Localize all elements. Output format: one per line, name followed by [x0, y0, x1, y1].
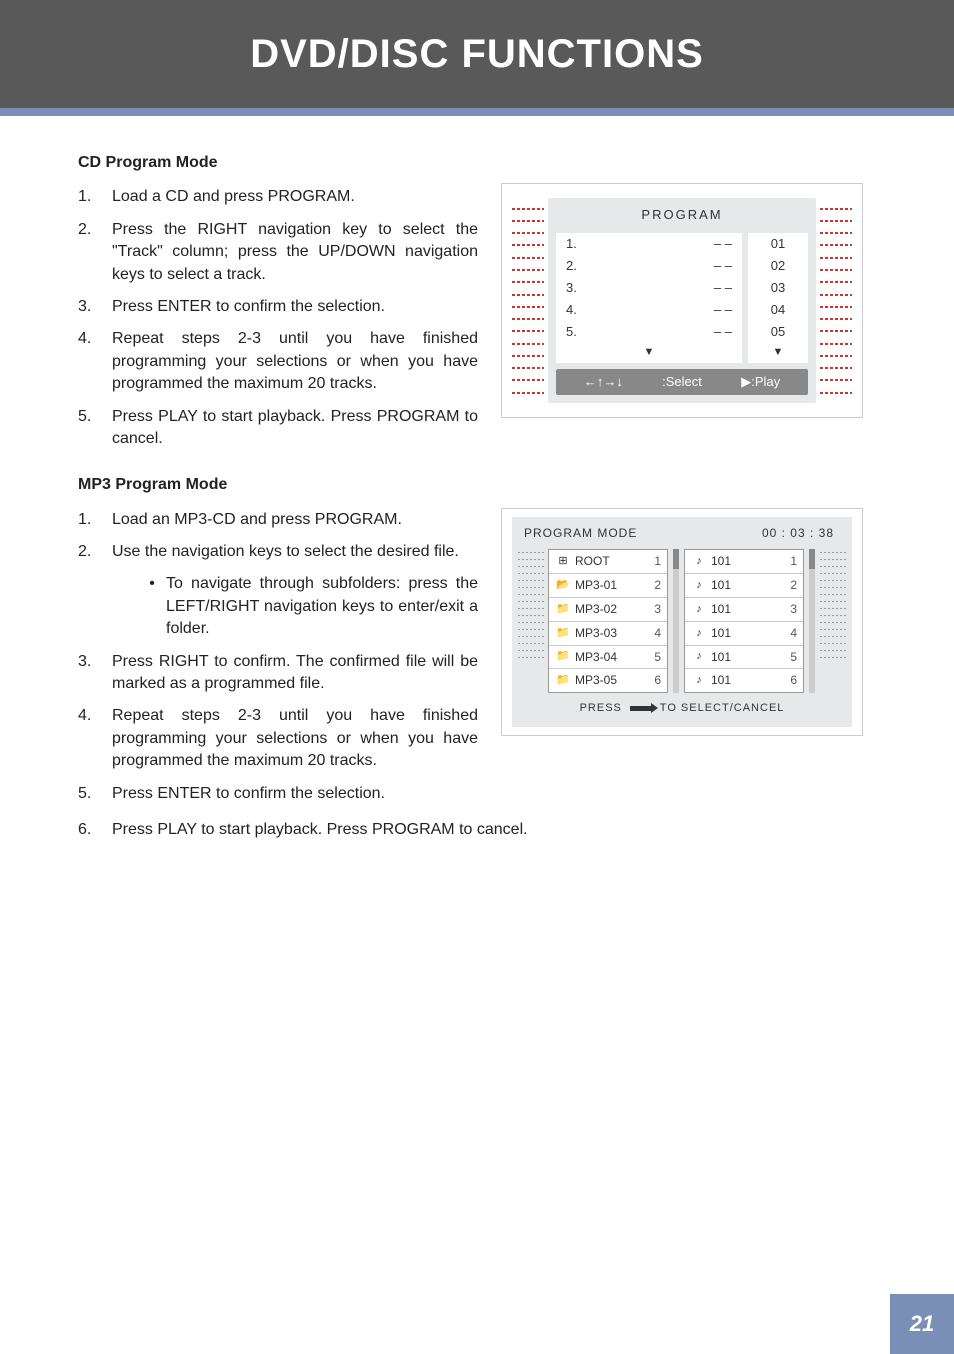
mp3-step: Load an MP3-CD and press PROGRAM.: [78, 509, 478, 531]
list-item: 📂MP3-012: [549, 574, 667, 598]
cd-section-title: CD Program Mode: [78, 152, 876, 174]
figure-decoration-right: [820, 549, 846, 693]
play-label: ▶:Play: [721, 373, 800, 391]
list-item: 📁MP3-023: [549, 598, 667, 622]
page-number-badge: 21: [890, 1294, 954, 1354]
music-note-icon: ♪: [691, 554, 707, 569]
list-item: 📁MP3-034: [549, 622, 667, 646]
list-item: ♪1013: [685, 598, 803, 622]
music-note-icon: ♪: [691, 626, 707, 641]
figure-decoration-left: [512, 198, 544, 403]
open-folder-icon: 📂: [555, 578, 571, 593]
list-item: 📁MP3-045: [549, 646, 667, 670]
mp3-section: Load an MP3-CD and press PROGRAM. Use th…: [78, 505, 876, 815]
cd-section: Load a CD and press PROGRAM. Press the R…: [78, 182, 876, 460]
elapsed-time: 00 : 03 : 38: [762, 525, 834, 542]
page-title: DVD/DISC FUNCTIONS: [250, 32, 704, 77]
page-content: CD Program Mode Load a CD and press PROG…: [0, 116, 954, 841]
cd-step: Press PLAY to start playback. Press PROG…: [78, 406, 478, 451]
music-note-icon: ♪: [691, 602, 707, 617]
cd-step: Load a CD and press PROGRAM.: [78, 186, 478, 208]
program-legend-bar: ←↑→↓ :Select ▶:Play: [556, 369, 808, 395]
folder-list: ⊞ROOT1 📂MP3-012 📁MP3-023 📁MP3-034 📁MP3-0…: [548, 549, 668, 693]
track-list: ♪1011 ♪1012 ♪1013 ♪1014 ♪1015 ♪1016: [684, 549, 804, 693]
accent-divider: [0, 108, 954, 116]
scrollbar: [673, 549, 679, 693]
nav-arrows-icon: ←↑→↓: [564, 373, 643, 391]
select-label: :Select: [643, 373, 722, 391]
mp3-step: Use the navigation keys to select the de…: [78, 541, 478, 563]
mp3-steps: Load an MP3-CD and press PROGRAM. Use th…: [78, 509, 478, 564]
program-slot-list: 1.– – 2.– – 3.– – 4.– – 5.– – ▼: [556, 233, 742, 363]
mp3-program-figure: PROGRAM MODE 00 : 03 : 38 ⊞ROOT1 📂MP3: [502, 509, 862, 735]
folder-icon: 📁: [555, 626, 571, 641]
list-item: ⊞ROOT1: [549, 550, 667, 574]
list-item: 📁MP3-056: [549, 669, 667, 692]
mp3-step: Press RIGHT to confirm. The confirmed fi…: [78, 651, 478, 696]
down-arrow-icon: ▼: [556, 344, 742, 363]
program-panel-title: PROGRAM: [548, 198, 816, 230]
cd-step: Press the RIGHT navigation key to select…: [78, 219, 478, 286]
mp3-step: Press ENTER to confirm the selection.: [78, 783, 478, 805]
figure-decoration-left: [518, 549, 544, 693]
track-number-list: 01 02 03 04 05 ▼: [748, 233, 808, 363]
music-note-icon: ♪: [691, 673, 707, 688]
folder-icon: 📁: [555, 673, 571, 688]
list-item: ♪1015: [685, 646, 803, 670]
scrollbar: [809, 549, 815, 693]
list-item: ♪1011: [685, 550, 803, 574]
folder-icon: 📁: [555, 649, 571, 664]
root-icon: ⊞: [555, 554, 571, 569]
program-mode-footer: PRESS TO SELECT/CANCEL: [512, 693, 852, 720]
mp3-substep: To navigate through subfolders: press th…: [138, 573, 478, 640]
music-note-icon: ♪: [691, 578, 707, 593]
cd-step: Repeat steps 2-3 until you have finished…: [78, 328, 478, 395]
mp3-section-title: MP3 Program Mode: [78, 474, 876, 496]
cd-program-figure: PROGRAM 1.– – 2.– – 3.– – 4.– – 5.– – ▼: [502, 184, 862, 417]
figure-decoration-right: [820, 198, 852, 403]
folder-icon: 📁: [555, 602, 571, 617]
list-item: ♪1016: [685, 669, 803, 692]
music-note-icon: ♪: [691, 649, 707, 664]
program-mode-label: PROGRAM MODE: [524, 525, 637, 542]
list-item: ♪1014: [685, 622, 803, 646]
list-item: ♪1012: [685, 574, 803, 598]
cd-steps: Load a CD and press PROGRAM. Press the R…: [78, 186, 478, 450]
mp3-step: Press PLAY to start playback. Press PROG…: [78, 819, 876, 841]
page-header: DVD/DISC FUNCTIONS: [0, 0, 954, 108]
cd-step: Press ENTER to confirm the selection.: [78, 296, 478, 318]
mp3-steps-cont: Press RIGHT to confirm. The confirmed fi…: [78, 651, 478, 805]
down-arrow-icon: ▼: [748, 344, 808, 363]
mp3-steps-full: Press PLAY to start playback. Press PROG…: [78, 819, 876, 841]
right-arrow-icon: [630, 706, 652, 711]
mp3-step: Repeat steps 2-3 until you have finished…: [78, 705, 478, 772]
